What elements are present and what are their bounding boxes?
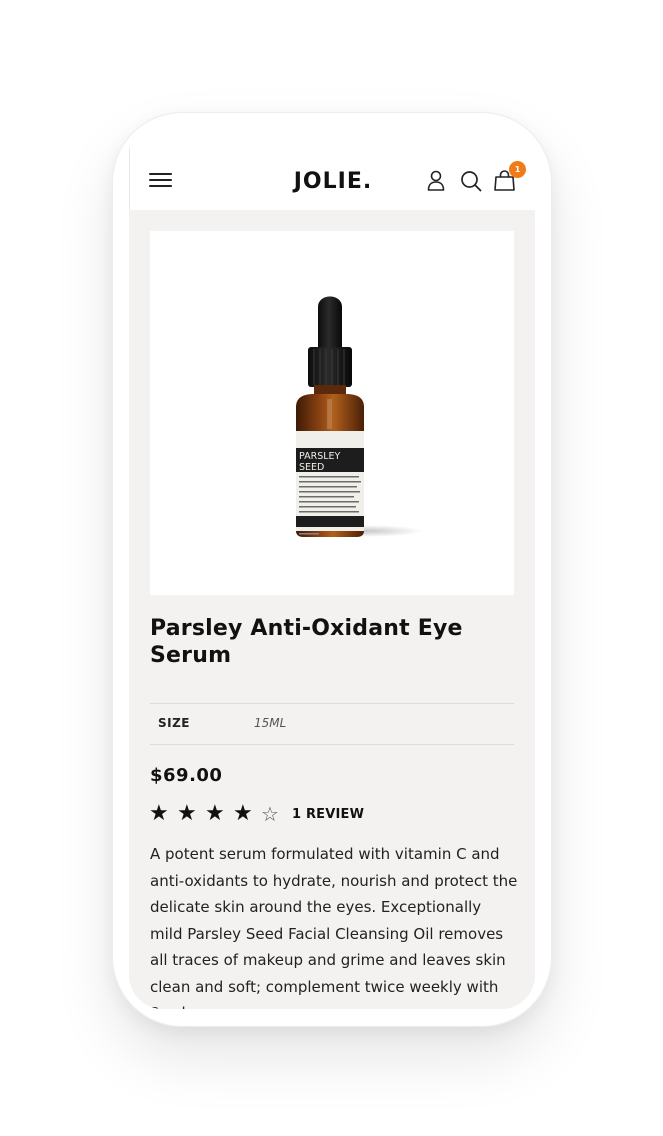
svg-text:SEED: SEED [299, 462, 324, 473]
cart-count-badge: 1 [509, 161, 526, 178]
star-filled-icon: ★ [177, 801, 197, 826]
phone-frame: JOLIE. 1 PARSLEY SEED Parsley Anti-Oxida… [112, 112, 552, 1027]
product-price: $69.00 [150, 765, 223, 786]
star-filled-icon: ★ [233, 801, 253, 826]
product-description: A potent serum formulated with vitamin C… [150, 845, 518, 1009]
product-page-content: PARSLEY SEED Parsley Anti-Oxidant Eye Se… [129, 210, 535, 1009]
shopping-bag-icon[interactable]: 1 [492, 161, 526, 194]
size-attribute-value: 15ML [254, 716, 287, 730]
search-icon[interactable] [458, 168, 484, 194]
star-empty-icon: ☆ [261, 802, 279, 826]
size-attribute-label: SIZE [158, 716, 191, 730]
product-image[interactable]: PARSLEY SEED [150, 231, 514, 595]
star-filled-icon: ★ [149, 801, 169, 826]
user-icon[interactable] [423, 168, 449, 194]
review-count-link[interactable]: 1 REVIEW [292, 807, 364, 822]
app-header: JOLIE. 1 [129, 125, 535, 210]
product-title: Parsley Anti-Oxidant Eye Serum [150, 616, 463, 668]
user-icon-graphic [427, 170, 445, 191]
product-attributes-table: SIZE 15ML [150, 703, 514, 745]
serum-bottle-illustration: PARSLEY SEED [296, 296, 423, 537]
search-icon-graphic [461, 171, 482, 192]
phone-screen: JOLIE. 1 PARSLEY SEED Parsley Anti-Oxida… [129, 125, 535, 1009]
svg-text:PARSLEY: PARSLEY [299, 451, 341, 462]
star-filled-icon: ★ [205, 801, 225, 826]
star-rating[interactable]: ★ ★ ★ ★ ☆ 1 REVIEW [149, 801, 364, 827]
